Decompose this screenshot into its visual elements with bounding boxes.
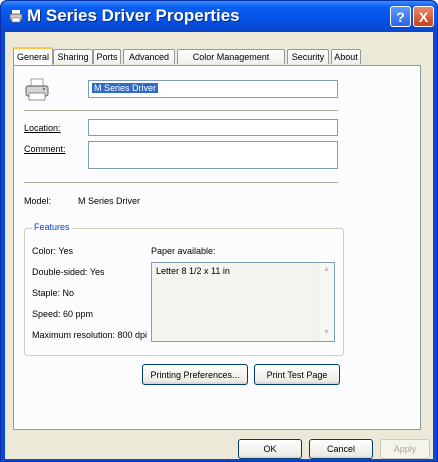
scroll-down-icon[interactable]: ▼	[323, 329, 330, 336]
model-value: M Series Driver	[78, 196, 141, 206]
tab-security[interactable]: Security	[287, 49, 329, 64]
comment-label: Comment:	[24, 144, 66, 154]
general-tab-panel: M Series Driver Location: Comment: Model…	[13, 65, 421, 430]
divider	[24, 110, 338, 111]
printer-icon	[25, 78, 49, 101]
location-field[interactable]	[88, 119, 338, 136]
paper-available-label: Paper available:	[151, 246, 216, 256]
model-label: Model:	[24, 196, 52, 206]
title-bar[interactable]: M Series Driver Properties ? X	[1, 1, 437, 32]
help-button[interactable]: ?	[390, 6, 411, 27]
tab-color-management[interactable]: Color Management	[177, 49, 285, 64]
list-item[interactable]: Letter 8 1/2 x 11 in	[156, 266, 230, 276]
location-label: Location:	[24, 123, 61, 133]
printer-name-value: M Series Driver	[92, 83, 159, 93]
apply-button[interactable]: Apply	[380, 439, 430, 459]
ok-button[interactable]: OK	[238, 439, 302, 459]
printing-preferences-button[interactable]: Printing Preferences...	[142, 364, 248, 385]
printer-icon	[9, 10, 23, 23]
window-title: M Series Driver Properties	[27, 6, 240, 25]
scrollbar[interactable]: ▲ ▼	[319, 263, 334, 341]
features-title: Features	[32, 222, 72, 232]
close-button[interactable]: X	[413, 6, 434, 27]
feature-speed: Speed: 60 ppm	[32, 309, 94, 319]
tab-ports[interactable]: Ports	[93, 49, 121, 64]
tab-sharing[interactable]: Sharing	[53, 49, 93, 64]
print-test-page-button[interactable]: Print Test Page	[254, 364, 340, 385]
comment-field[interactable]	[88, 141, 338, 169]
dialog-client-area: General Sharing Ports Advanced Color Man…	[5, 32, 433, 459]
tab-advanced[interactable]: Advanced	[123, 49, 175, 64]
feature-staple: Staple: No	[32, 288, 75, 298]
properties-window: M Series Driver Properties ? X General S…	[0, 0, 438, 462]
printer-name-field[interactable]: M Series Driver	[88, 80, 338, 98]
feature-max-resolution: Maximum resolution: 800 dpi	[32, 330, 148, 340]
feature-color: Color: Yes	[32, 246, 74, 256]
tab-about[interactable]: About	[331, 49, 361, 64]
tab-general[interactable]: General	[13, 47, 53, 65]
feature-double-sided: Double-sided: Yes	[32, 267, 105, 277]
divider	[24, 182, 338, 183]
cancel-button[interactable]: Cancel	[309, 439, 373, 459]
paper-available-list[interactable]: Letter 8 1/2 x 11 in ▲ ▼	[151, 262, 335, 342]
scroll-up-icon[interactable]: ▲	[323, 266, 330, 273]
